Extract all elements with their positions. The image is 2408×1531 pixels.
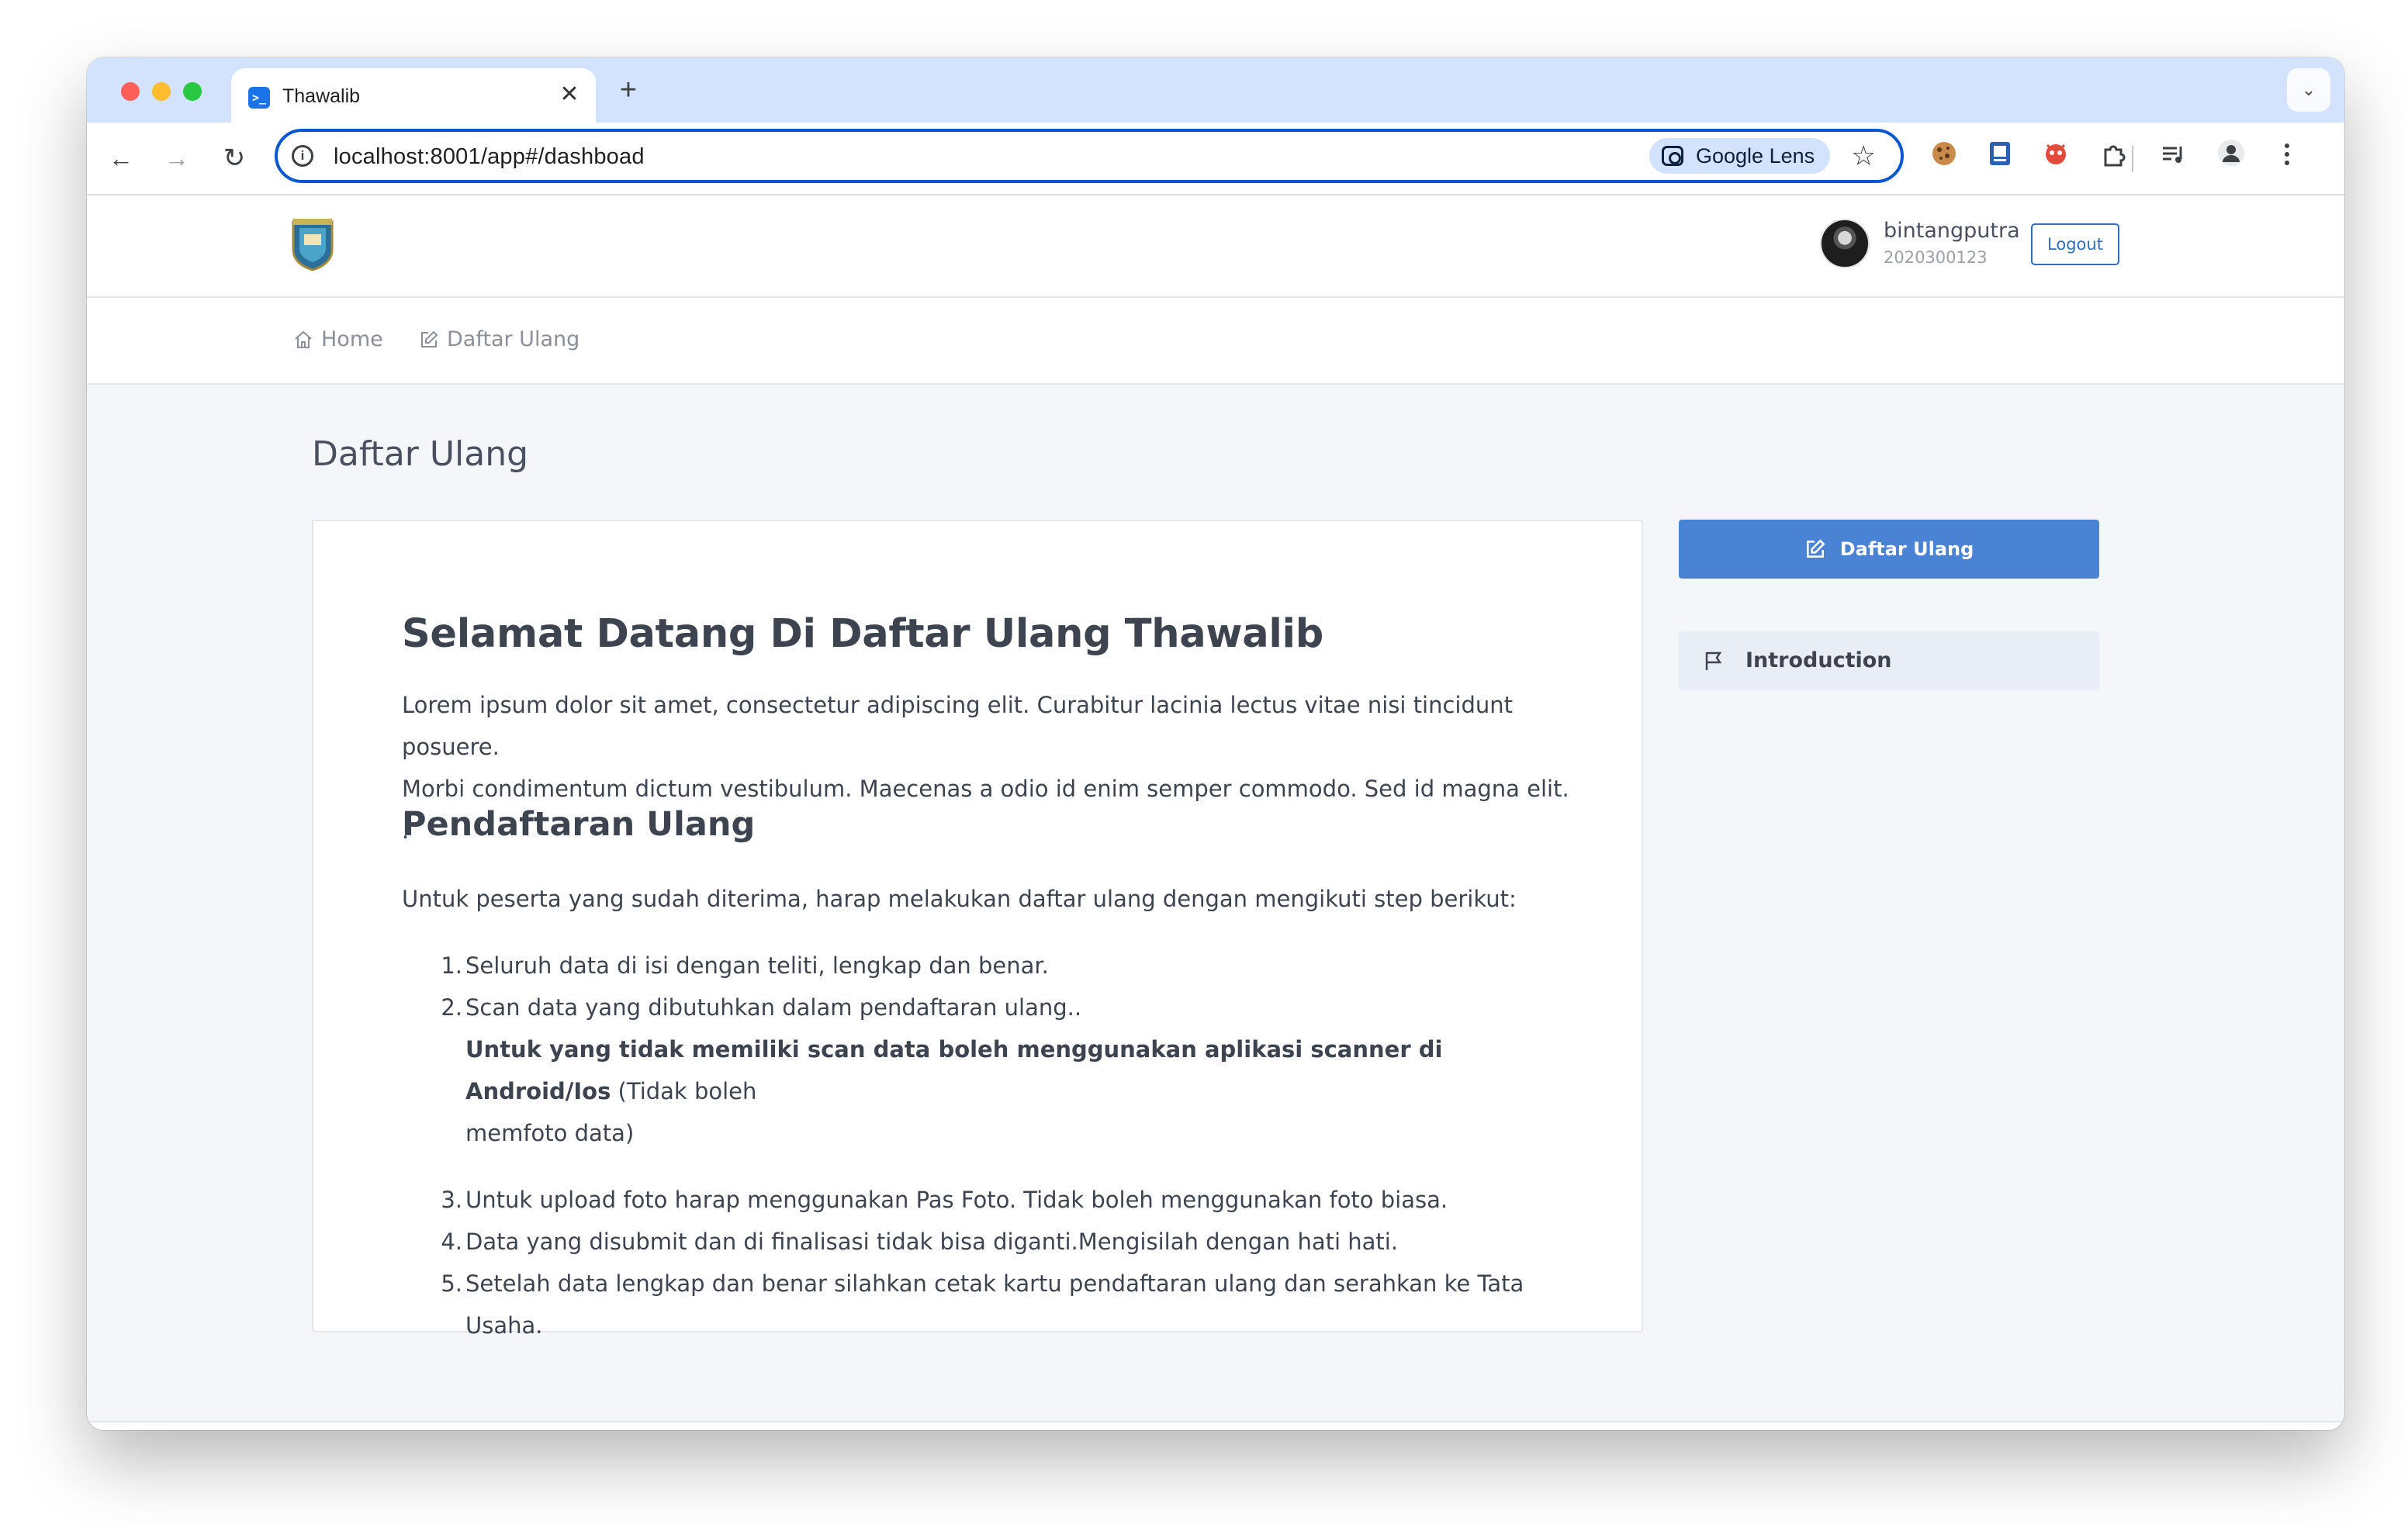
browser-window: >_ Thawalib ✕ + ⌄ ← → ↻ i localhost:8001… [87,57,2344,1430]
list-number: 1. [441,952,462,979]
profile-avatar-icon[interactable] [2211,138,2251,178]
address-bar[interactable]: i localhost:8001/app#/dashboad Google Le… [275,129,1904,183]
forward-arrow-icon[interactable]: → [158,140,195,177]
maximize-window-button[interactable] [183,82,202,101]
daftar-ulang-button[interactable]: Daftar Ulang [1679,520,2099,579]
tab-title: Thawalib [282,85,361,107]
page-title: Daftar Ulang [312,434,529,474]
list-item: 5. Setelah data lengkap dan benar silahk… [441,1263,1573,1346]
username: bintangputra [1884,219,2020,243]
minimize-window-button[interactable] [152,82,171,101]
user-avatar[interactable] [1820,219,1870,268]
list-item: 2. Scan data yang dibutuhkan dalam penda… [441,987,1573,1154]
home-icon [295,330,312,348]
puzzle-extensions-icon[interactable] [2093,138,2133,178]
school-logo[interactable] [290,217,335,271]
app-header: bintangputra 2020300123 Logout [87,195,2344,298]
close-window-button[interactable] [121,82,140,101]
steps-list: 1. Seluruh data di isi dengan teliti, le… [441,945,1573,1346]
sidebar-item-introduction[interactable]: Introduction [1679,631,2099,690]
section-heading: Pendaftaran Ulang [402,805,756,844]
list-number: 5. [441,1270,462,1297]
steps-intro: Untuk peserta yang sudah diterima, harap… [402,886,1517,912]
reload-icon[interactable]: ↻ [216,140,253,177]
nav-item-home[interactable]: Home [293,327,383,351]
url-text[interactable]: localhost:8001/app#/dashboad [334,144,645,170]
list-item: 4. Data yang disubmit dan di finalisasi … [441,1221,1573,1263]
nav-item-label: Home [321,327,383,351]
list-item: 1. Seluruh data di isi dengan teliti, le… [441,945,1573,987]
bookmark-star-icon[interactable]: ☆ [1851,138,1876,174]
edit-icon [421,330,438,347]
more-menu-icon[interactable] [2267,138,2307,178]
sidebar-item-label: Introduction [1745,648,1892,672]
list-text: Scan data yang dibutuhkan dalam pendafta… [465,994,1082,1021]
cookie-extension-icon[interactable] [1924,138,1964,178]
content-card: Selamat Datang Di Daftar Ulang Thawalib … [312,520,1643,1339]
web-page: bintangputra 2020300123 Logout Home Daft… [87,195,2344,1430]
note-text: memfoto data) [465,1120,635,1146]
list-number: 4. [441,1229,462,1255]
note-text: (Tidak boleh [611,1078,757,1104]
nav-item-label: Daftar Ulang [447,327,580,351]
page-footer [87,1421,2344,1430]
paragraph-line: Lorem ipsum dolor sit amet, consectetur … [402,692,1514,760]
user-id: 2020300123 [1884,248,1988,267]
list-number: 3. [441,1187,462,1213]
bug-extension-icon[interactable] [2036,138,2076,178]
app-nav: Home Daftar Ulang [87,298,2344,385]
welcome-heading: Selamat Datang Di Daftar Ulang Thawalib [402,611,1323,657]
list-text: Untuk upload foto harap menggunakan Pas … [465,1187,1448,1213]
list-text: Setelah data lengkap dan benar silahkan … [465,1270,1524,1339]
media-control-icon[interactable] [2154,138,2194,178]
browser-toolbar: ← → ↻ i localhost:8001/app#/dashboad Goo… [87,123,2344,195]
tab-strip: >_ Thawalib ✕ + ⌄ [87,57,2344,123]
nav-item-daftar-ulang[interactable]: Daftar Ulang [419,327,580,351]
google-lens-label: Google Lens [1696,144,1815,168]
terminal-favicon-icon: >_ [248,87,270,109]
list-text: Seluruh data di isi dengan teliti, lengk… [465,952,1049,979]
list-item: 3. Untuk upload foto harap menggunakan P… [441,1179,1573,1221]
site-info-icon[interactable]: i [292,145,313,167]
browser-tab[interactable]: >_ Thawalib ✕ [231,68,596,123]
reader-extension-icon[interactable] [1980,138,2020,178]
new-tab-icon[interactable]: + [611,74,645,109]
edit-icon [1806,539,1825,558]
tab-search-chevron-icon[interactable]: ⌄ [2287,68,2330,112]
lens-icon [1662,146,1683,166]
back-arrow-icon[interactable]: ← [102,140,140,177]
toolbar-separator [2132,146,2133,172]
logout-button[interactable]: Logout [2031,223,2119,265]
list-text: Data yang disubmit dan di finalisasi tid… [465,1229,1399,1255]
flag-icon [1705,651,1722,670]
list-number: 2. [441,994,462,1021]
daftar-ulang-button-label: Daftar Ulang [1839,538,1974,560]
google-lens-button[interactable]: Google Lens [1649,138,1831,174]
close-tab-icon[interactable]: ✕ [555,81,583,109]
